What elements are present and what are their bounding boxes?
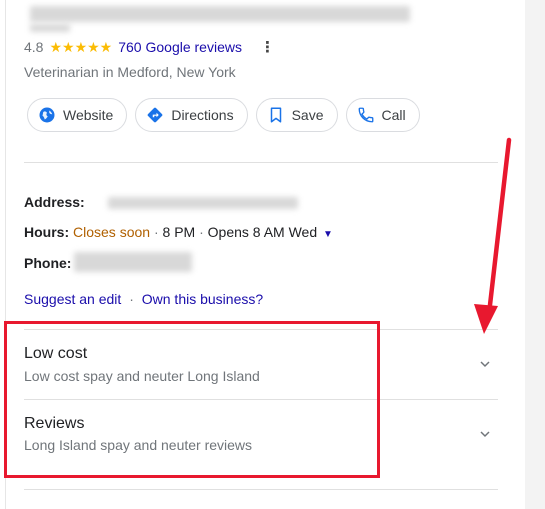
annotation-arrow (474, 137, 512, 334)
